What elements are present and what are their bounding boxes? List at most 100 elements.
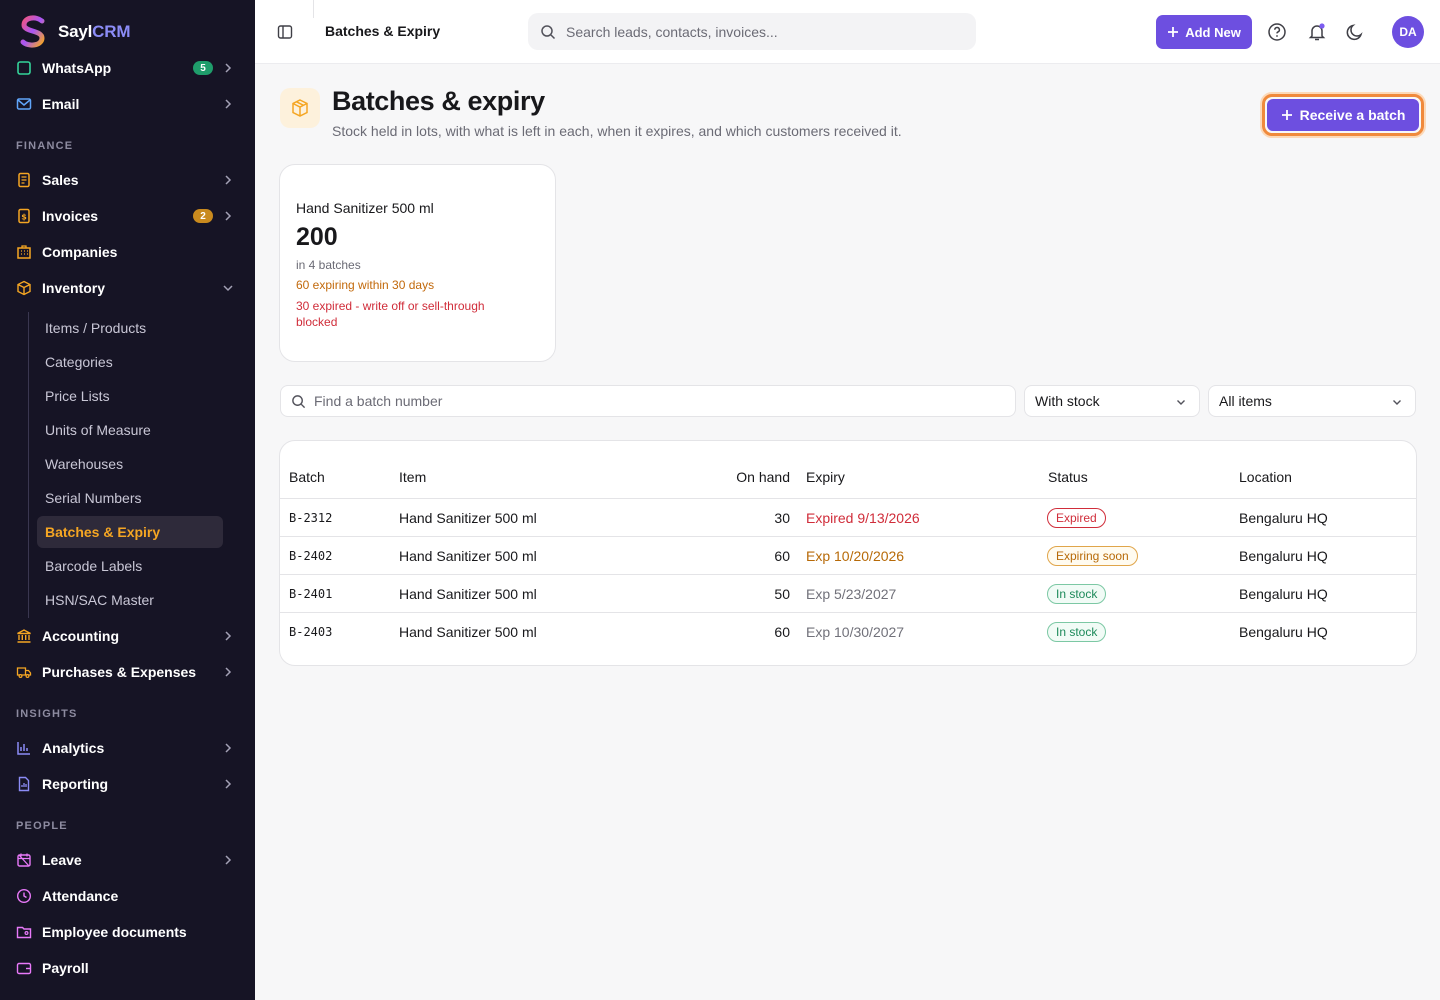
sidebar-item-leave[interactable]: Leave [0, 842, 255, 878]
sidebar-item-inventory[interactable]: Inventory [0, 270, 255, 306]
sidebar: SaylCRM WhatsApp 5 Email FINANCE Sales $… [0, 0, 255, 1000]
sidebar-item-label: Payroll [42, 960, 89, 976]
sidebar-item-reporting[interactable]: Reporting [0, 766, 255, 802]
batch-search-input[interactable] [314, 393, 994, 409]
sidebar-toggle-icon[interactable] [277, 24, 293, 40]
table-row[interactable]: B-2403 Hand Sanitizer 500 ml 60 Exp 10/3… [280, 612, 1416, 650]
col-header-batch[interactable]: Batch [289, 469, 325, 485]
item-summary-card[interactable]: Hand Sanitizer 500 ml 200 in 4 batches 6… [279, 164, 556, 362]
cell-item: Hand Sanitizer 500 ml [399, 510, 537, 526]
plus-icon [1281, 110, 1292, 120]
cell-location: Bengaluru HQ [1239, 510, 1328, 526]
sidebar-item-purchases-expenses[interactable]: Purchases & Expenses [0, 654, 255, 690]
building-icon [16, 244, 32, 260]
sidebar-item-companies[interactable]: Companies [0, 234, 255, 270]
sidebar-item-label: Purchases & Expenses [42, 664, 197, 680]
sidebar-item-label: Accounting [42, 628, 119, 644]
sidebar-subitem-units-of-measure[interactable]: Units of Measure [37, 414, 223, 446]
card-total-qty: 200 [296, 223, 338, 251]
sidebar-item-employee-documents[interactable]: Employee documents [0, 914, 255, 950]
chevron-right-icon [225, 63, 232, 73]
moon-icon[interactable] [1345, 22, 1365, 42]
cell-batch: B-2402 [289, 549, 333, 563]
brand[interactable]: SaylCRM [18, 14, 130, 50]
sidebar-item-label: Companies [42, 244, 118, 260]
sidebar-subitem-price-lists[interactable]: Price Lists [37, 380, 223, 412]
cell-location: Bengaluru HQ [1239, 586, 1328, 602]
cell-expiry: Exp 10/20/2026 [806, 548, 905, 564]
col-header-status[interactable]: Status [1048, 469, 1088, 485]
bell-icon[interactable] [1307, 22, 1327, 42]
sidebar-item-whatsapp[interactable]: WhatsApp 5 [0, 50, 255, 86]
receive-batch-button[interactable]: Receive a batch [1267, 99, 1419, 131]
sidebar-item-label: Employee documents [42, 924, 187, 940]
card-expiring-note: 60 expiring within 30 days [296, 278, 435, 292]
sidebar-subitem-categories[interactable]: Categories [37, 346, 223, 378]
bar-chart-icon [16, 740, 32, 756]
sidebar-subitem-barcode-labels[interactable]: Barcode Labels [37, 550, 223, 582]
invoice-icon: $ [16, 208, 32, 224]
cell-batch: B-2401 [289, 587, 333, 601]
col-header-on-hand[interactable]: On hand [730, 469, 790, 485]
sidebar-item-label: Sales [42, 172, 79, 188]
sidebar-subitem-warehouses[interactable]: Warehouses [37, 448, 223, 480]
sidebar-item-label: Attendance [42, 888, 119, 904]
search-icon [541, 24, 556, 39]
receipt-icon [16, 172, 32, 188]
wallet-icon [16, 960, 32, 976]
sidebar-item-sales[interactable]: Sales [0, 162, 255, 198]
col-header-item[interactable]: Item [399, 469, 426, 485]
cell-item: Hand Sanitizer 500 ml [399, 586, 537, 602]
table-row[interactable]: B-2312 Hand Sanitizer 500 ml 30 Expired … [280, 498, 1416, 536]
status-badge: In stock [1047, 584, 1107, 604]
batch-search[interactable] [280, 385, 1016, 417]
sidebar-item-accounting[interactable]: Accounting [0, 618, 255, 654]
global-search-input[interactable] [566, 23, 946, 40]
section-label-insights: INSIGHTS [16, 708, 78, 720]
sidebar-subitem-serial-numbers[interactable]: Serial Numbers [37, 482, 223, 514]
col-header-expiry[interactable]: Expiry [806, 469, 845, 485]
receive-batch-label: Receive a batch [1299, 107, 1406, 123]
batches-table: Batch Item On hand Expiry Status Locatio… [279, 440, 1417, 666]
page-title: Batches & expiry [332, 86, 545, 116]
folder-user-icon [16, 924, 32, 940]
help-icon[interactable] [1267, 22, 1287, 42]
sidebar-subitem-hsn-sac-master[interactable]: HSN/SAC Master [37, 584, 223, 616]
card-item-name: Hand Sanitizer 500 ml [296, 200, 434, 216]
chevron-down-icon [1177, 400, 1185, 405]
truck-icon [16, 664, 32, 680]
item-filter-select[interactable]: All items [1208, 385, 1416, 417]
topbar: Batches & Expiry Add New DA [255, 0, 1440, 64]
plus-icon [1168, 27, 1179, 37]
bank-icon [16, 628, 32, 644]
submenu-rail [28, 312, 29, 618]
sidebar-item-email[interactable]: Email [0, 86, 255, 122]
calendar-off-icon [16, 852, 32, 868]
chevron-down-icon [1393, 400, 1401, 405]
stock-filter-select[interactable]: With stock [1024, 385, 1200, 417]
add-new-button[interactable]: Add New [1156, 15, 1252, 49]
sidebar-item-invoices[interactable]: $ Invoices 2 [0, 198, 255, 234]
col-header-location[interactable]: Location [1239, 469, 1292, 485]
whatsapp-icon [16, 60, 32, 76]
table-row[interactable]: B-2402 Hand Sanitizer 500 ml 60 Exp 10/2… [280, 536, 1416, 574]
cell-expiry: Exp 10/30/2027 [806, 624, 905, 640]
sidebar-item-label: Leave [42, 852, 82, 868]
table-row[interactable]: B-2401 Hand Sanitizer 500 ml 50 Exp 5/23… [280, 574, 1416, 612]
sidebar-item-attendance[interactable]: Attendance [0, 878, 255, 914]
add-new-label: Add New [1185, 24, 1241, 40]
whatsapp-badge: 5 [193, 61, 213, 75]
status-badge: In stock [1047, 622, 1107, 642]
cell-on-hand: 30 [774, 510, 790, 526]
chevron-right-icon [225, 175, 232, 185]
user-avatar[interactable]: DA [1392, 16, 1424, 48]
search-icon [292, 394, 306, 408]
sidebar-item-label: Analytics [42, 740, 105, 756]
sidebar-subitem-items-products[interactable]: Items / Products [37, 312, 223, 344]
cell-batch: B-2312 [289, 511, 333, 525]
cell-item: Hand Sanitizer 500 ml [399, 624, 537, 640]
sidebar-item-analytics[interactable]: Analytics [0, 730, 255, 766]
sidebar-item-payroll[interactable]: Payroll [0, 950, 255, 986]
global-search[interactable] [528, 13, 976, 50]
sidebar-subitem-batches-expiry[interactable]: Batches & Expiry [37, 516, 223, 548]
